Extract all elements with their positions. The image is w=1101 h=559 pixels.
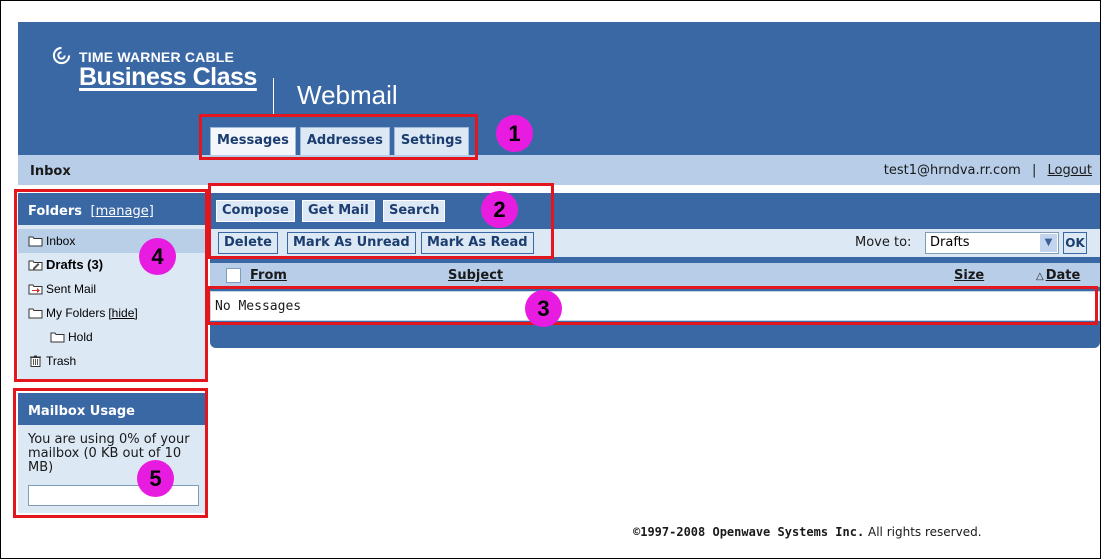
folder-my-folders[interactable]: My Folders [hide] <box>18 301 206 325</box>
mark-read-button[interactable]: Mark As Read <box>421 232 534 254</box>
folder-label: Inbox <box>46 234 76 248</box>
annotation-badge-1: 1 <box>496 115 533 152</box>
manage-folders-link[interactable]: [manage] <box>91 204 154 219</box>
folders-title: Folders <box>28 204 83 219</box>
mailbox-usage-panel: Mailbox Usage You are using 0% of your m… <box>18 393 206 513</box>
footer-rights: All rights reserved. <box>868 525 982 539</box>
message-area: Compose Get Mail Search Delete Mark As U… <box>210 193 1100 348</box>
move-ok-button[interactable]: OK <box>1063 232 1087 254</box>
user-email: test1@hrndva.rr.com <box>883 163 1021 178</box>
footer: ©1997-2008 Openwave Systems Inc. All rig… <box>633 525 982 539</box>
drafts-icon <box>28 260 43 271</box>
folder-icon <box>28 308 43 319</box>
delete-button[interactable]: Delete <box>218 232 278 254</box>
folder-drafts[interactable]: Drafts (3) <box>18 253 206 277</box>
trash-icon <box>30 355 41 367</box>
user-area: test1@hrndva.rr.com | Logout <box>884 163 1092 178</box>
search-button[interactable]: Search <box>383 200 446 222</box>
select-all-checkbox[interactable] <box>226 268 241 283</box>
compose-button[interactable]: Compose <box>216 200 295 222</box>
user-separator: | <box>1031 163 1037 178</box>
folder-inbox[interactable]: Inbox <box>18 229 206 253</box>
move-to-select[interactable]: Drafts ▼ <box>925 232 1059 254</box>
empty-message-row: No Messages <box>210 291 1100 321</box>
move-to-label: Move to: <box>855 235 912 250</box>
page-title: Inbox <box>30 164 71 179</box>
chevron-down-icon: ▼ <box>1040 234 1057 252</box>
secondary-toolbar: Delete Mark As Unread Mark As Read Move … <box>210 229 1100 257</box>
annotation-badge-5: 5 <box>137 460 174 497</box>
brand-logo-icon <box>52 46 71 65</box>
folder-icon <box>28 236 43 247</box>
folder-trash[interactable]: Trash <box>18 349 206 373</box>
sub-header-bar: Inbox test1@hrndva.rr.com | Logout <box>18 155 1100 185</box>
tab-messages[interactable]: Messages <box>210 127 296 155</box>
column-subject[interactable]: Subject <box>448 268 503 283</box>
column-from[interactable]: From <box>250 268 287 283</box>
column-date[interactable]: △ Date <box>1036 268 1080 283</box>
tab-settings[interactable]: Settings <box>393 127 470 155</box>
folder-label: Drafts (3) <box>46 257 104 272</box>
mark-unread-button[interactable]: Mark As Unread <box>287 232 416 254</box>
main-tabs: Messages Addresses Settings <box>210 127 473 155</box>
usage-text: You are using 0% of your mailbox (0 KB o… <box>28 432 190 475</box>
app-header: TIME WARNER CABLE Business Class Webmail <box>18 22 1100 155</box>
folder-hold[interactable]: Hold <box>18 325 206 349</box>
primary-toolbar: Compose Get Mail Search <box>210 193 1100 229</box>
sort-ascending-icon: △ <box>1036 271 1044 282</box>
folder-label: Hold <box>68 330 93 344</box>
folder-list: Inbox Drafts (3) Sent Mail My Folders [h… <box>18 225 206 373</box>
footer-copyright: ©1997-2008 Openwave Systems Inc. <box>633 525 865 539</box>
usage-title: Mailbox Usage <box>28 404 135 419</box>
hide-folders-link[interactable]: [hide] <box>108 302 137 324</box>
folders-panel: Folders [manage] Inbox Drafts (3) Sent M… <box>18 193 206 379</box>
folder-icon <box>50 332 65 343</box>
get-mail-button[interactable]: Get Mail <box>302 200 375 222</box>
usage-progress-bar <box>28 485 199 506</box>
column-size[interactable]: Size <box>954 268 984 283</box>
brand-name-bottom: Business Class <box>79 63 257 91</box>
usage-header: Mailbox Usage <box>18 393 206 425</box>
move-to-value: Drafts <box>930 235 970 250</box>
folder-label: Sent Mail <box>46 282 97 296</box>
folder-sent-mail[interactable]: Sent Mail <box>18 277 206 301</box>
annotation-badge-3: 3 <box>525 290 562 327</box>
annotation-badge-2: 2 <box>481 191 518 228</box>
app-title: Webmail <box>297 80 398 110</box>
annotation-badge-4: 4 <box>139 238 176 275</box>
column-date-label: Date <box>1045 268 1081 283</box>
tab-addresses[interactable]: Addresses <box>299 127 390 155</box>
sent-mail-icon <box>28 284 43 295</box>
folder-label: Trash <box>46 354 77 368</box>
logo-divider <box>273 78 274 114</box>
logout-link[interactable]: Logout <box>1047 163 1092 178</box>
folders-header: Folders [manage] <box>18 193 206 225</box>
message-list-header: From Subject Size △ Date <box>210 263 1100 287</box>
folder-label: My Folders <box>46 306 106 320</box>
